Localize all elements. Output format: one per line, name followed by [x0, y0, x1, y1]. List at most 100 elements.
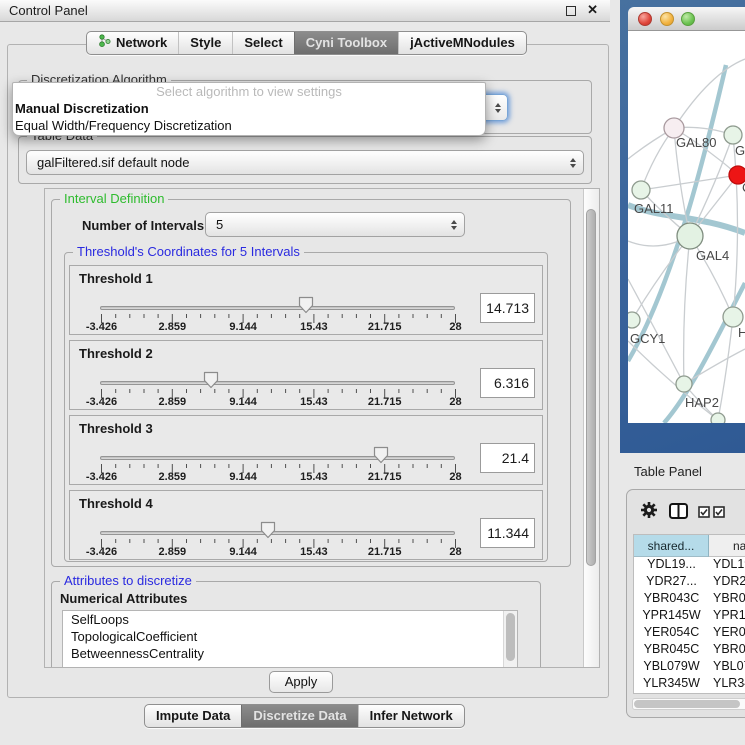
table-row[interactable]: YPR145WYPR145W	[634, 608, 745, 625]
cell-name: YLR345W	[709, 676, 745, 693]
threshold-value-field[interactable]: 11.344	[480, 518, 535, 548]
tab-network[interactable]: Network	[87, 32, 178, 54]
slider-tick-label: -3.426	[86, 471, 117, 483]
table-row[interactable]: YIL052CYIL052C	[634, 693, 745, 694]
float-window-icon[interactable]	[566, 6, 576, 16]
table-row[interactable]: YDL19...YDL19...	[634, 557, 745, 574]
table-row[interactable]: YBL079WYBL079W	[634, 659, 745, 676]
table-row[interactable]: YBR043CYBR043C	[634, 591, 745, 608]
cell-name: YDR27...	[709, 574, 745, 591]
threshold-slider-thumb[interactable]	[260, 521, 276, 539]
network-canvas[interactable]: GAL80GACGAL11GAL4GCY1HHAP2	[628, 31, 745, 423]
table-panel-header: Table Panel	[618, 453, 745, 487]
cell-shared-name: YBR045C	[634, 642, 709, 659]
attribute-list-item[interactable]: SelfLoops	[63, 611, 517, 628]
cell-name: YBR045C	[709, 642, 745, 659]
tab-jactivemnodules[interactable]: jActiveMNodules	[398, 32, 526, 54]
threshold-panel: Threshold 2-3.4262.8599.14415.4321.71528…	[69, 340, 543, 410]
threshold-slider-thumb[interactable]	[203, 371, 219, 389]
checkbox-checked-icon[interactable]	[698, 505, 710, 523]
attributes-group-title: Attributes to discretize	[60, 573, 196, 588]
attribute-list-item[interactable]: TopologicalCoefficient	[63, 628, 517, 645]
column-header-shared-name[interactable]: shared...	[634, 535, 709, 557]
tab-infer-network[interactable]: Infer Network	[358, 705, 464, 727]
settings-scrollbar-thumb[interactable]	[586, 209, 596, 566]
minimize-traffic-light-icon[interactable]	[660, 12, 674, 26]
settings-scrollpane: Interval Definition Number of Intervals …	[44, 188, 600, 668]
threshold-slider-track[interactable]	[100, 306, 455, 310]
slider-ticks	[100, 314, 457, 325]
cell-shared-name: YBL079W	[634, 659, 709, 676]
slider-tick-label: 15.43	[300, 546, 328, 558]
attributes-group: Attributes to discretize Numerical Attri…	[51, 581, 541, 668]
combo-up-arrow-icon	[451, 220, 457, 224]
cell-shared-name: YIL052C	[634, 693, 709, 694]
svg-text:GA: GA	[735, 143, 745, 158]
table-row[interactable]: YDR27...YDR27...	[634, 574, 745, 591]
threshold-slider-track[interactable]	[100, 381, 455, 385]
cell-shared-name: YER054C	[634, 625, 709, 642]
apply-button[interactable]: Apply	[269, 671, 333, 693]
slider-tick-label: 9.144	[229, 546, 257, 558]
table-row[interactable]: YER054CYER054C	[634, 625, 745, 642]
number-of-intervals-select[interactable]: 5	[205, 212, 465, 237]
threshold-label: Threshold 4	[79, 496, 153, 511]
slider-tick-label: 28	[449, 546, 461, 558]
network-canvas-svg: GAL80GACGAL11GAL4GCY1HHAP2	[628, 31, 745, 423]
cell-name: YBL079W	[709, 659, 745, 676]
table-horizontal-scrollbar[interactable]	[632, 698, 745, 710]
zoom-traffic-light-icon[interactable]	[681, 12, 695, 26]
table-row[interactable]: YLR345WYLR345W	[634, 676, 745, 693]
threshold-value-field[interactable]: 6.316	[480, 368, 535, 398]
slider-tick-label: 15.43	[300, 471, 328, 483]
combo-down-arrow-icon	[495, 109, 501, 113]
cell-name: YER054C	[709, 625, 745, 642]
checkbox-checked-icon[interactable]	[713, 505, 725, 523]
algorithm-option-manual[interactable]: Manual Discretization	[13, 100, 485, 117]
threshold-value-field[interactable]: 14.713	[480, 293, 535, 323]
tab-style[interactable]: Style	[178, 32, 232, 54]
attributes-list-scrollbar-thumb[interactable]	[506, 613, 515, 661]
numerical-attributes-label: Numerical Attributes	[60, 591, 187, 606]
split-view-icon[interactable]	[669, 503, 688, 524]
attribute-list-item[interactable]: BetweennessCentrality	[63, 645, 517, 662]
tab-cyni-toolbox[interactable]: Cyni Toolbox	[294, 32, 398, 54]
column-header-name[interactable]: name	[709, 535, 745, 557]
numerical-attributes-list[interactable]: SelfLoopsTopologicalCoefficientBetweenne…	[62, 610, 518, 668]
close-traffic-light-icon[interactable]	[638, 12, 652, 26]
table-rows: YDL19...YDL19...YDR27...YDR27...YBR043CY…	[634, 557, 745, 694]
slider-tick-label: 21.715	[368, 471, 402, 483]
cell-name: YBR043C	[709, 591, 745, 608]
tab-label: Impute Data	[156, 705, 230, 727]
threshold-value-field[interactable]: 21.4	[480, 443, 535, 473]
algorithm-option-equal-width[interactable]: Equal Width/Frequency Discretization	[13, 117, 485, 134]
tab-discretize-data[interactable]: Discretize Data	[241, 705, 357, 727]
thresholds-group-title: Threshold's Coordinates for 5 Intervals	[73, 244, 304, 259]
close-icon[interactable]: ✕	[587, 2, 598, 18]
attributes-list-scrollbar[interactable]	[503, 611, 517, 668]
tab-select[interactable]: Select	[232, 32, 293, 54]
network-view-window[interactable]: GAL80GACGAL11GAL4GCY1HHAP2	[620, 0, 745, 453]
threshold-slider-track[interactable]	[100, 531, 455, 535]
threshold-slider-thumb[interactable]	[373, 446, 389, 464]
slider-tick-label: 2.859	[159, 396, 187, 408]
node-attribute-table[interactable]: shared... name YDL19...YDL19...YDR27...Y…	[633, 534, 745, 694]
table-data-select[interactable]: galFiltered.sif default node	[26, 150, 584, 175]
tab-label: Network	[116, 32, 167, 54]
thresholds-group: Threshold's Coordinates for 5 Intervals …	[64, 252, 548, 562]
network-window-titlebar[interactable]	[628, 7, 745, 31]
gear-icon[interactable]	[640, 501, 658, 524]
tab-label: Style	[190, 32, 221, 54]
table-row[interactable]: YBR045CYBR045C	[634, 642, 745, 659]
cyni-mode-tabs: Impute Data Discretize DataInfer Network	[144, 704, 465, 728]
threshold-slider-thumb[interactable]	[298, 296, 314, 314]
slider-tick-label: 2.859	[159, 471, 187, 483]
algorithm-dropdown-popup: Select algorithm to view settings Manual…	[12, 82, 486, 136]
threshold-slider-track[interactable]	[100, 456, 455, 460]
table-hscrollbar-thumb[interactable]	[634, 700, 740, 708]
slider-tick-label: 15.43	[300, 396, 328, 408]
table-panel-title: Table Panel	[634, 464, 702, 479]
settings-vertical-scrollbar[interactable]	[583, 189, 599, 667]
cell-shared-name: YDL19...	[634, 557, 709, 574]
tab-impute-data[interactable]: Impute Data	[145, 705, 241, 727]
